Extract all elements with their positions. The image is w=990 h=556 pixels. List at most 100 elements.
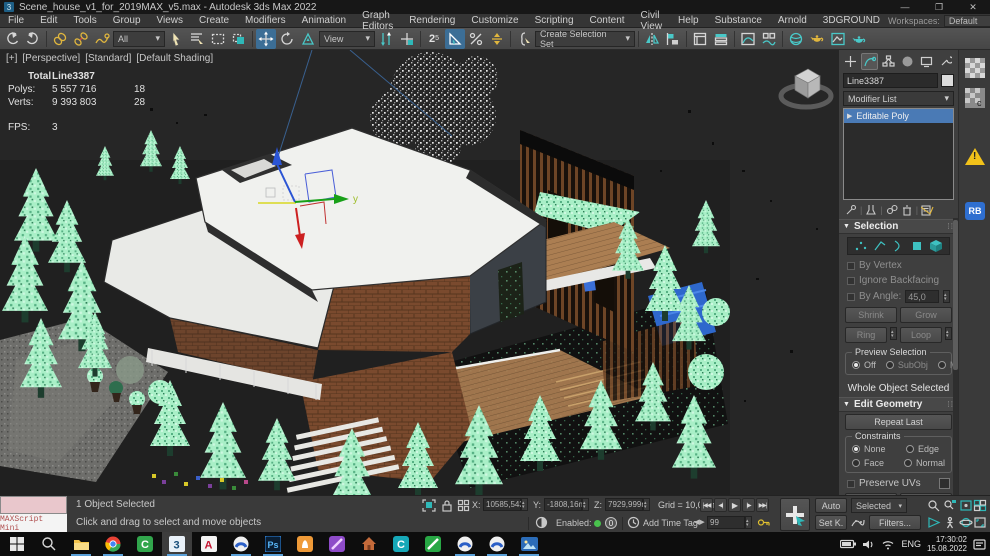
desktop-thumbnail-c-icon[interactable]: c: [965, 88, 985, 108]
tab-motion[interactable]: [899, 53, 916, 70]
configure-modifier-sets-icon[interactable]: [921, 204, 934, 216]
enabled-count-badge[interactable]: 0: [605, 517, 617, 529]
menu-help[interactable]: Help: [670, 14, 707, 28]
material-editor-button[interactable]: [786, 29, 806, 49]
constraint-none-radio[interactable]: None: [852, 444, 896, 454]
taskbar-notes-app[interactable]: [418, 532, 448, 556]
maxscript-mini-label[interactable]: MAXScript Mini: [0, 514, 67, 533]
menu-group[interactable]: Group: [105, 14, 149, 28]
tab-hierarchy[interactable]: [880, 53, 897, 70]
loop-button[interactable]: Loop: [900, 327, 942, 343]
loop-spinner[interactable]: ▴▾: [945, 327, 952, 340]
select-and-scale-button[interactable]: [298, 29, 318, 49]
taskbar-archicad[interactable]: [226, 532, 256, 556]
battery-icon[interactable]: [840, 539, 856, 549]
current-frame-field[interactable]: 99: [707, 516, 745, 529]
menu-rendering[interactable]: Rendering: [401, 14, 463, 28]
go-to-start-button[interactable]: |◀◀: [700, 498, 713, 512]
set-key-button[interactable]: Set K.: [815, 515, 847, 530]
selection-lock-icon[interactable]: [441, 499, 453, 512]
layer-explorer-button[interactable]: [690, 29, 710, 49]
perspective-viewport[interactable]: y [+] [Perspective] [Standard] [Default …: [0, 50, 838, 495]
by-angle-checkbox[interactable]: By Angle: 45,0 ▴▾: [839, 288, 958, 305]
use-pivot-center-button[interactable]: [376, 29, 396, 49]
snap-toggle-button[interactable]: 25: [424, 29, 444, 49]
align-button[interactable]: [663, 29, 683, 49]
taskbar-photoshop[interactable]: Ps: [258, 532, 288, 556]
taskbar-3dsmax-active[interactable]: 3: [162, 532, 192, 556]
preserve-uvs-checkbox[interactable]: Preserve UVs: [839, 476, 958, 491]
menu-content[interactable]: Content: [582, 14, 633, 28]
taskbar-cinema4d[interactable]: C: [386, 532, 416, 556]
menu-customize[interactable]: Customize: [463, 14, 526, 28]
taskbar-chrome[interactable]: [98, 532, 128, 556]
selection-rollout-header[interactable]: ▼ Selection ⁞⁞: [839, 219, 958, 234]
desktop-thumbnail-icon[interactable]: [965, 58, 985, 78]
menu-modifiers[interactable]: Modifiers: [237, 14, 294, 28]
auto-key-button[interactable]: Auto: [815, 498, 847, 513]
select-and-manipulate-button[interactable]: [397, 29, 417, 49]
mirror-button[interactable]: [642, 29, 662, 49]
grow-button[interactable]: Grow: [900, 307, 952, 323]
constraint-face-radio[interactable]: Face: [852, 458, 894, 468]
taskbar-archicad-2[interactable]: [450, 532, 480, 556]
taskbar-archicad-3[interactable]: [482, 532, 512, 556]
taskbar-design-tool[interactable]: [322, 532, 352, 556]
pin-stack-icon[interactable]: [845, 204, 857, 216]
by-angle-spinner[interactable]: ▴▾: [943, 290, 950, 303]
show-end-result-icon[interactable]: [865, 204, 877, 216]
shrink-button[interactable]: Shrink: [845, 307, 897, 323]
by-angle-field[interactable]: 45,0: [905, 290, 939, 303]
vertex-mode-icon[interactable]: [854, 239, 868, 253]
edge-mode-icon[interactable]: [873, 239, 887, 253]
remove-modifier-icon[interactable]: [901, 204, 913, 216]
z-spinner[interactable]: ▴▾: [643, 498, 650, 511]
named-selection-set-dropdown[interactable]: Create Selection Set▾: [535, 31, 635, 47]
taskbar-photos[interactable]: [514, 532, 544, 556]
modifier-stack[interactable]: ▶ Editable Poly: [843, 108, 954, 200]
maxscript-mini-listener[interactable]: [0, 496, 67, 514]
z-coordinate-field[interactable]: 7929,999m: [605, 498, 643, 511]
reference-coordinate-dropdown[interactable]: View▾: [319, 31, 375, 47]
select-and-rotate-button[interactable]: [277, 29, 297, 49]
ignore-backfacing-checkbox[interactable]: Ignore Backfacing: [839, 273, 958, 288]
viewport-standard-menu[interactable]: [Standard]: [85, 53, 131, 64]
set-keys-button[interactable]: [780, 498, 810, 531]
preview-subobj-radio[interactable]: SubObj: [886, 360, 928, 370]
edit-geometry-rollout-header[interactable]: ▼ Edit Geometry ⁞⁞: [839, 397, 958, 412]
viewport-general-menu[interactable]: [+]: [6, 53, 17, 64]
zoom-extents-all-button[interactable]: [971, 498, 988, 513]
tab-create[interactable]: [842, 53, 859, 70]
redo-button[interactable]: [23, 29, 43, 49]
unlink-selection-button[interactable]: [71, 29, 91, 49]
menu-edit[interactable]: Edit: [32, 14, 65, 28]
select-and-link-button[interactable]: [50, 29, 70, 49]
close-button[interactable]: ✕: [956, 0, 990, 14]
taskbar-file-explorer[interactable]: [66, 532, 96, 556]
motion-paths-icon[interactable]: [851, 516, 865, 529]
key-filter-selected-dropdown[interactable]: Selected▾: [851, 498, 907, 513]
taskbar-search-button[interactable]: [34, 532, 64, 556]
preserve-uvs-settings-button[interactable]: [939, 478, 950, 489]
by-vertex-checkbox[interactable]: By Vertex: [839, 258, 958, 273]
constraint-edge-radio[interactable]: Edge: [906, 444, 939, 454]
spinner-snap-button[interactable]: [487, 29, 507, 49]
key-mode-icon[interactable]: [757, 516, 771, 529]
y-coordinate-field[interactable]: -1808,16m: [544, 498, 582, 511]
viewport-settings-icon[interactable]: [535, 516, 548, 529]
restore-button[interactable]: ❐: [922, 0, 956, 14]
isolate-selection-button[interactable]: [422, 499, 436, 512]
border-mode-icon[interactable]: [891, 239, 905, 253]
select-and-move-button[interactable]: [256, 29, 276, 49]
repeat-last-button[interactable]: Repeat Last: [845, 414, 952, 430]
render-production-button[interactable]: [849, 29, 869, 49]
taskbar-clock[interactable]: 17:30:02 15.08.2022: [927, 535, 967, 553]
rb-badge-icon[interactable]: RB: [965, 202, 985, 222]
menu-3dground[interactable]: 3DGROUND: [815, 14, 888, 28]
viewport-pov-menu[interactable]: [Perspective]: [22, 53, 80, 64]
start-button[interactable]: [2, 532, 32, 556]
notification-center-icon[interactable]: [973, 538, 986, 551]
selection-filter-dropdown[interactable]: All▾: [113, 31, 165, 47]
tab-utilities[interactable]: [937, 53, 954, 70]
expand-arrow-icon[interactable]: ▶: [847, 112, 852, 120]
